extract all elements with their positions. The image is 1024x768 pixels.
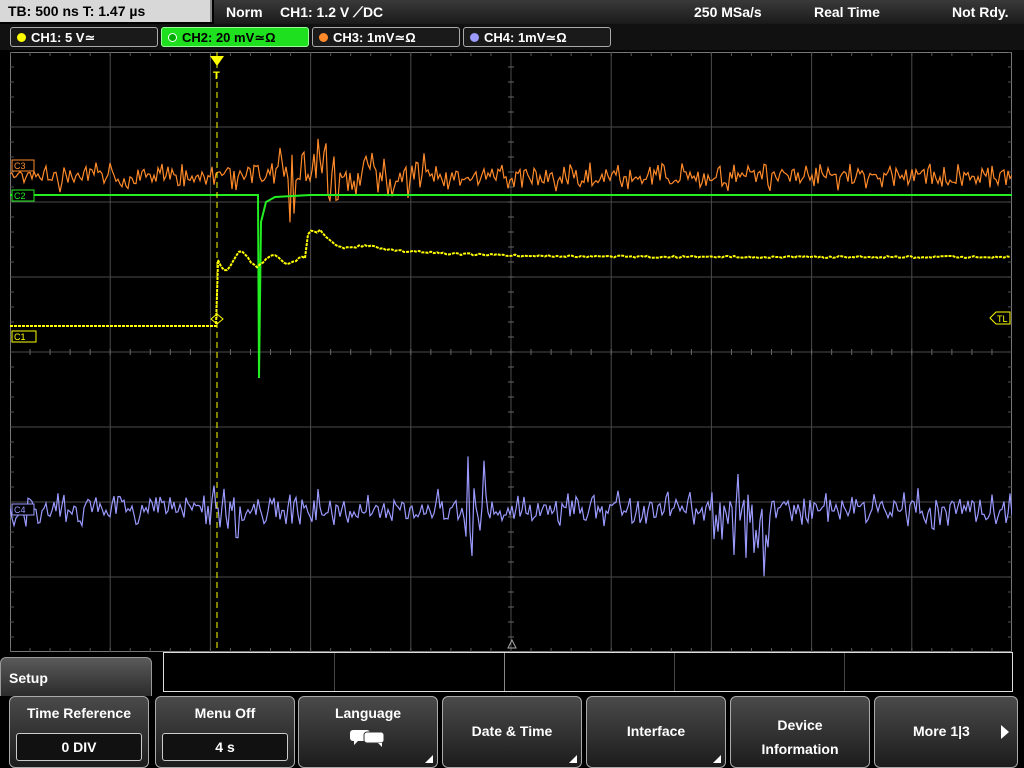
overview-divider (674, 653, 675, 691)
timebase-readout[interactable]: TB: 500 ns T: 1.47 µs (0, 0, 212, 22)
channel-1-label: CH1: 5 V≃ (31, 30, 96, 45)
trigger-setting[interactable]: CH1: 1.2 V ⟋DC (280, 0, 383, 24)
submenu-indicator-icon (425, 755, 433, 763)
speech-bubbles-icon (350, 730, 385, 747)
device-information-label: Device Information (731, 713, 869, 761)
device-information-softkey[interactable]: Device Information (730, 696, 870, 768)
menu-off-softkey[interactable]: Menu Off 4 s (155, 696, 295, 768)
channel-4-color-icon (470, 33, 479, 42)
trigger-position-marker[interactable] (210, 56, 224, 66)
sample-rate: 250 MSa/s (694, 4, 762, 20)
time-reference-softkey[interactable]: Time Reference 0 DIV (9, 696, 149, 768)
channel-1-ground-label: C1 (14, 332, 26, 342)
channel-1-color-icon (17, 33, 26, 42)
channel-2-color-icon (168, 33, 177, 42)
timebase-label: TB: 500 ns T: 1.47 µs (8, 3, 146, 19)
channel-3-ground-marker[interactable]: C3 (11, 159, 35, 172)
channel-4-ground-marker[interactable]: C4 (11, 503, 35, 516)
acquisition-mode[interactable]: Real Time (814, 0, 880, 24)
interface-label: Interface (626, 723, 686, 739)
menu-title: Setup (9, 670, 48, 686)
date-time-softkey[interactable]: Date & Time (442, 696, 582, 768)
waveform-display[interactable]: T C3 C2 C1 C4 TL (10, 52, 1012, 652)
channel-3-label: CH3: 1mV≃Ω (333, 30, 416, 45)
time-reference-label: Time Reference (26, 705, 131, 721)
overview-divider (504, 653, 505, 691)
channel-3-ground-label: C3 (14, 161, 26, 171)
softkey-menu: Time Reference 0 DIV Menu Off 4 s Langua… (0, 696, 1024, 768)
channel-4-label: CH4: 1mV≃Ω (484, 30, 567, 45)
graticule (10, 52, 1012, 652)
channel-3-color-icon (319, 33, 328, 42)
channel-1-ground-marker[interactable]: C1 (11, 330, 37, 343)
submenu-indicator-icon (713, 755, 721, 763)
trigger-level-marker[interactable]: TL (989, 311, 1011, 325)
menu-off-value[interactable]: 4 s (162, 733, 288, 761)
trigger-position-label: T (213, 70, 220, 82)
interface-softkey[interactable]: Interface (586, 696, 726, 768)
channel-bar: CH1: 5 V≃ CH2: 20 mV≃Ω CH3: 1mV≃Ω CH4: 1… (0, 24, 1024, 50)
overview-divider (844, 653, 845, 691)
channel-2-ground-label: C2 (14, 191, 26, 201)
status-bar: Norm CH1: 1.2 V ⟋DC 250 MSa/s Real Time … (214, 0, 1024, 24)
channel-2-button[interactable]: CH2: 20 mV≃Ω (161, 27, 309, 47)
language-softkey[interactable]: Language (298, 696, 438, 768)
menu-title-tab: Setup (0, 657, 152, 697)
channel-2-label: CH2: 20 mV≃Ω (182, 30, 276, 45)
acquisition-status: Not Rdy. (952, 4, 1009, 20)
date-time-label: Date & Time (471, 723, 553, 739)
overview-strip[interactable] (163, 652, 1013, 692)
language-label: Language (334, 705, 402, 721)
channel-1-waveform (10, 228, 1011, 327)
arrow-right-icon (1001, 725, 1009, 739)
channel-4-button[interactable]: CH4: 1mV≃Ω (463, 27, 611, 47)
channel-1-button[interactable]: CH1: 5 V≃ (10, 27, 158, 47)
submenu-indicator-icon (569, 755, 577, 763)
channel-3-button[interactable]: CH3: 1mV≃Ω (312, 27, 460, 47)
time-reference-value[interactable]: 0 DIV (16, 733, 142, 761)
channel-2-ground-marker[interactable]: C2 (11, 189, 35, 202)
trigger-mode[interactable]: Norm (226, 0, 263, 24)
overview-divider (334, 653, 335, 691)
device-information-line2: Information (761, 741, 839, 757)
more-softkey[interactable]: More 1|3 (874, 696, 1018, 768)
menu-off-label: Menu Off (194, 705, 256, 721)
trigger-level-label: TL (997, 314, 1008, 324)
device-information-line1: Device (777, 717, 823, 733)
channel-4-ground-label: C4 (14, 505, 26, 515)
more-label: More 1|3 (913, 723, 970, 739)
center-marker (507, 638, 517, 649)
